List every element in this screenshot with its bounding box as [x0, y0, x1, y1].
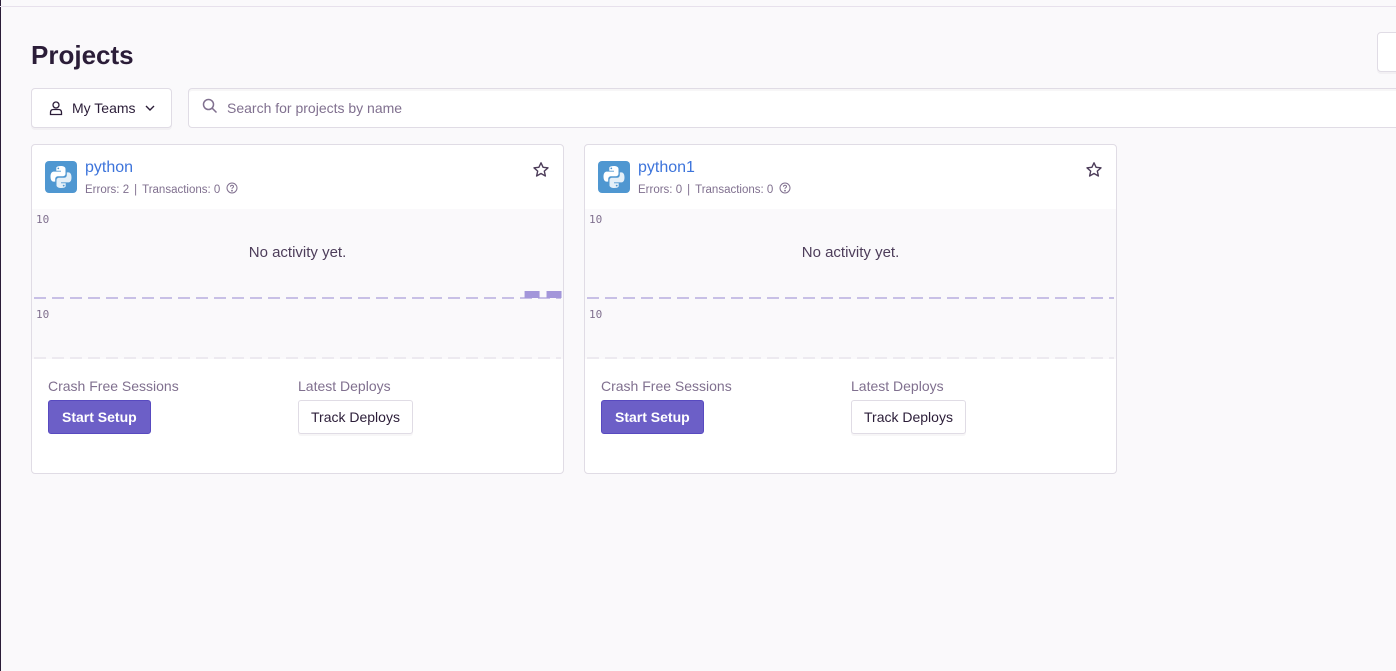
no-activity-message: No activity yet. — [801, 244, 900, 261]
chart-axis-top-label: 10 — [36, 213, 50, 226]
chart-axis-bottom-label: 10 — [589, 308, 603, 321]
transactions-count[interactable]: Transactions: 0 — [142, 184, 220, 196]
my-teams-label: My Teams — [72, 100, 136, 116]
search-input[interactable] — [227, 100, 1327, 116]
start-setup-button[interactable]: Start Setup — [48, 400, 151, 434]
chevron-down-icon — [144, 102, 156, 114]
project-card: python1 Errors: 0 | Transactions: 0 10 N… — [584, 144, 1117, 474]
transactions-count[interactable]: Transactions: 0 — [695, 184, 773, 196]
header-action-button[interactable] — [1377, 32, 1396, 72]
start-setup-button[interactable]: Start Setup — [601, 400, 704, 434]
stat-separator: | — [134, 183, 138, 196]
python-icon — [45, 161, 77, 193]
errors-count[interactable]: Errors: 2 — [85, 184, 129, 196]
project-card-header: python Errors: 2 | Transactions: 0 — [32, 145, 563, 209]
help-icon[interactable] — [226, 182, 238, 197]
python-icon — [598, 161, 630, 193]
project-name-link[interactable]: python1 — [638, 159, 695, 177]
top-divider — [0, 6, 1396, 7]
my-teams-dropdown[interactable]: My Teams — [31, 88, 172, 128]
stat-separator: | — [687, 183, 691, 196]
user-icon — [48, 100, 64, 116]
activity-chart: 10 No activity yet. 10 — [32, 209, 563, 359]
activity-chart-svg — [587, 297, 1114, 359]
window-left-border — [0, 0, 1, 671]
chart-bar — [524, 291, 540, 298]
help-icon[interactable] — [779, 182, 791, 197]
latest-deploys-label: Latest Deploys — [851, 378, 944, 394]
chart-axis-bottom-label: 10 — [36, 308, 50, 321]
project-stats: Errors: 2 | Transactions: 0 — [85, 182, 238, 197]
activity-chart: 10 No activity yet. 10 — [585, 209, 1116, 359]
page-title: Projects — [31, 40, 134, 70]
search-icon — [202, 98, 218, 119]
activity-chart-svg — [34, 291, 562, 359]
track-deploys-button[interactable]: Track Deploys — [298, 400, 413, 434]
project-name-link[interactable]: python — [85, 159, 133, 177]
no-activity-message: No activity yet. — [248, 244, 347, 261]
chart-axis-top-label: 10 — [589, 213, 603, 226]
star-icon[interactable] — [1085, 161, 1103, 184]
chart-bar — [546, 291, 562, 298]
errors-count[interactable]: Errors: 0 — [638, 184, 682, 196]
crash-free-sessions-label: Crash Free Sessions — [601, 378, 732, 394]
latest-deploys-label: Latest Deploys — [298, 378, 391, 394]
project-card-header: python1 Errors: 0 | Transactions: 0 — [585, 145, 1116, 209]
star-icon[interactable] — [532, 161, 550, 184]
project-search-box — [188, 88, 1396, 128]
project-stats: Errors: 0 | Transactions: 0 — [638, 182, 791, 197]
project-card: python Errors: 2 | Transactions: 0 10 No… — [31, 144, 564, 474]
track-deploys-button[interactable]: Track Deploys — [851, 400, 966, 434]
crash-free-sessions-label: Crash Free Sessions — [48, 378, 179, 394]
